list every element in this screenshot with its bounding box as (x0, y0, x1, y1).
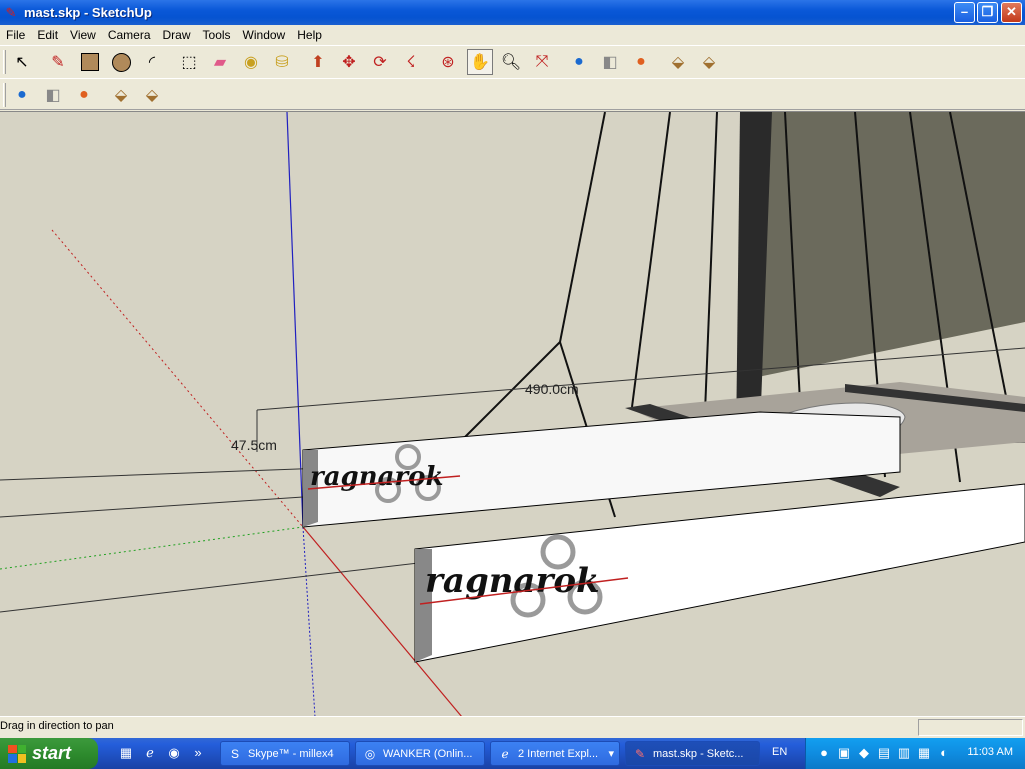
eraser-icon[interactable]: ▰ (207, 49, 233, 75)
media-quicklaunch-icon[interactable]: ◉ (166, 745, 182, 761)
rotate-icon[interactable]: ⟳ (367, 49, 393, 75)
share-model-icon[interactable]: ◧ (597, 49, 623, 75)
start-label: start (32, 743, 72, 763)
tape-measure-icon[interactable]: ◉ (238, 49, 264, 75)
menu-bar: File Edit View Camera Draw Tools Window … (0, 25, 1025, 44)
expand-quicklaunch-icon[interactable]: » (190, 745, 206, 761)
zoom-icon[interactable]: 🔍︎ (498, 49, 524, 75)
volume-icon[interactable]: ◐ (936, 745, 952, 761)
maximize-button[interactable]: ❐ (977, 2, 998, 23)
green-axis-negative (0, 526, 304, 570)
get-component-icon[interactable]: ⬙ (108, 82, 134, 108)
measurements-box[interactable] (918, 719, 1023, 736)
status-message: Drag in direction to pan (0, 720, 114, 732)
network-icon[interactable]: ▥ (896, 745, 912, 761)
menu-help[interactable]: Help (291, 28, 328, 42)
rectangle-icon[interactable] (77, 49, 103, 75)
sketchup-icon: ✎ (634, 746, 646, 761)
follow-me-icon[interactable]: ☇ (398, 49, 424, 75)
menu-tools[interactable]: Tools (197, 28, 237, 42)
minimize-button[interactable]: – (954, 2, 975, 23)
get-component-icon[interactable]: ⬙ (665, 49, 691, 75)
share-model-icon[interactable]: ◧ (40, 82, 66, 108)
close-button[interactable]: ✕ (1001, 2, 1022, 23)
task-skype[interactable]: S Skype™ - millex4 (220, 741, 350, 766)
sail (758, 112, 1025, 377)
menu-window[interactable]: Window (237, 28, 292, 42)
zoom-extents-icon[interactable]: ⤧ (529, 49, 555, 75)
share-component-icon[interactable]: ⬙ (139, 82, 165, 108)
get-models-icon[interactable]: ● (566, 49, 592, 75)
status-bar: Drag in direction to pan (0, 716, 1025, 738)
model-scene: ragnarok ragnarok 490.0cm 47.5cm (0, 112, 1025, 716)
toolbar-grip[interactable] (3, 50, 6, 74)
clock: 11:03 AM (967, 746, 1013, 758)
blue-axis (286, 112, 304, 528)
taskbar: start ▦ ℯ ◉ » S Skype™ - millex4 ◎ WANKE… (0, 738, 1025, 769)
select-icon[interactable]: ↖ (9, 49, 35, 75)
group-dropdown-icon: ▾ (608, 748, 614, 760)
title-bar[interactable]: ✎ mast.skp - SketchUp – ❐ ✕ (0, 0, 1025, 25)
paint-bucket-icon[interactable]: ⛁ (269, 49, 295, 75)
tray-icon-4[interactable]: ▤ (876, 745, 892, 761)
main-toolbar: ↖ ✎ ◜ ⬚ ▰ ◉ ⛁ ⬆ ✥ ⟳ ☇ ⊛ ✋ 🔍︎ ⤧ ● ◧ ● ⬙ ⬙ (0, 45, 1025, 77)
menu-camera[interactable]: Camera (102, 28, 157, 42)
toolbar-grip[interactable] (3, 83, 6, 107)
tray-icon-3[interactable]: ◆ (856, 745, 872, 761)
tray-icon-6[interactable]: ▦ (916, 745, 932, 761)
ie-icon: ℯ (501, 746, 509, 761)
google-toolbar: ● ◧ ● ⬙ ⬙ (0, 78, 1025, 110)
pan-icon[interactable]: ✋ (467, 49, 493, 75)
chat-icon: ◎ (364, 746, 376, 761)
tray-icon-2[interactable]: ▣ (836, 745, 852, 761)
circle-icon[interactable] (108, 49, 134, 75)
get-models-icon[interactable]: ● (9, 82, 35, 108)
menu-edit[interactable]: Edit (31, 28, 64, 42)
ie-quicklaunch-icon[interactable]: ℯ (142, 745, 158, 761)
start-button[interactable]: start (0, 738, 98, 769)
orbit-icon[interactable]: ⊛ (435, 49, 461, 75)
menu-draw[interactable]: Draw (157, 28, 197, 42)
tray-icon-1[interactable]: ● (816, 745, 832, 761)
window-title: mast.skp - SketchUp (24, 5, 152, 20)
windows-flag-icon (8, 744, 26, 763)
language-indicator[interactable]: EN (772, 746, 787, 758)
google-earth-icon[interactable]: ● (628, 49, 654, 75)
dimension-length: 490.0cm (525, 381, 579, 397)
blue-axis-negative (302, 526, 316, 716)
move-icon[interactable]: ✥ (336, 49, 362, 75)
push-pull-icon[interactable]: ⬆ (305, 49, 331, 75)
arc-icon[interactable]: ◜ (139, 49, 165, 75)
task-sketchup[interactable]: ✎ mast.skp - Sketc... (625, 741, 760, 766)
dimension-height: 47.5cm (231, 437, 277, 453)
google-earth-icon[interactable]: ● (71, 82, 97, 108)
pencil-icon[interactable]: ✎ (45, 49, 71, 75)
menu-view[interactable]: View (64, 28, 102, 42)
desktop-quicklaunch-icon[interactable]: ▦ (118, 745, 134, 761)
task-chat[interactable]: ◎ WANKER (Onlin... (355, 741, 485, 766)
sketchup-window: ✎ mast.skp - SketchUp – ❐ ✕ File Edit Vi… (0, 0, 1025, 738)
3d-viewport[interactable]: ragnarok ragnarok 490.0cm 47.5cm (0, 111, 1025, 716)
red-axis-negative (51, 229, 304, 528)
menu-file[interactable]: File (0, 28, 31, 42)
hull-name-front: ragnarok (425, 561, 600, 601)
sketchup-pencil-icon: ✎ (5, 4, 17, 20)
skype-icon: S (230, 746, 239, 761)
task-internet-explorer[interactable]: ℯ 2 Internet Expl... ▾ (490, 741, 620, 766)
system-tray: ● ▣ ◆ ▤ ▥ ▦ ◐ 11:03 AM (805, 738, 1025, 769)
make-component-icon[interactable]: ⬚ (176, 49, 202, 75)
share-component-icon[interactable]: ⬙ (696, 49, 722, 75)
